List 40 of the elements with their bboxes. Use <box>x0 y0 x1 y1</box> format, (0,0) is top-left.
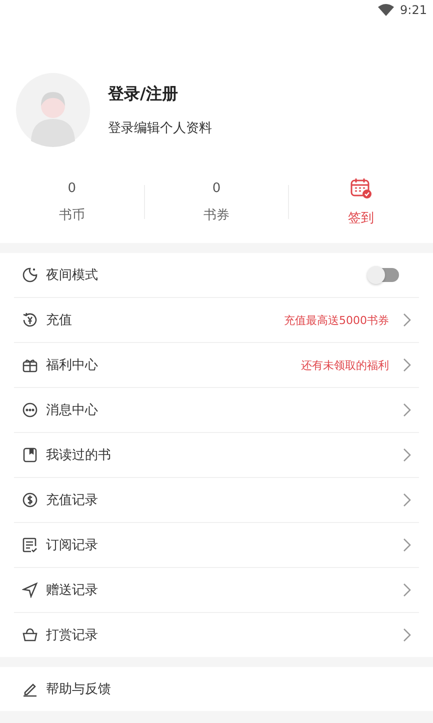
stat-value: 0 <box>68 180 76 196</box>
list-icon <box>22 537 38 553</box>
menu-item-label[interactable]: 夜间模式 <box>46 266 369 284</box>
menu-item-label[interactable]: 充值 <box>46 311 284 329</box>
gift-icon <box>22 357 38 373</box>
checkin-label[interactable]: 签到 <box>348 209 374 227</box>
menu-item-label[interactable]: 我读过的书 <box>46 446 403 464</box>
promo-note: 还有未领取的福利 <box>301 358 389 372</box>
pen-icon <box>22 681 38 697</box>
stat-value: 0 <box>212 180 221 196</box>
chevron-icon <box>403 358 411 372</box>
stat-label[interactable]: 书币 <box>58 206 85 224</box>
menu-item-label[interactable]: 订阅记录 <box>46 536 403 554</box>
promo-note: 充值最高送5000书券 <box>284 312 389 328</box>
login-link[interactable]: 登录/注册 <box>108 84 212 104</box>
menu-item-label[interactable]: 赠送记录 <box>46 581 403 599</box>
basket-icon <box>22 627 38 643</box>
chevron-icon <box>403 538 411 552</box>
send-icon <box>22 582 38 598</box>
profile-subtitle: 登录编辑个人资料 <box>108 120 212 136</box>
night-mode-toggle[interactable] <box>369 268 399 282</box>
yen-icon <box>22 312 38 328</box>
menu-item-label[interactable]: 充值记录 <box>46 491 403 509</box>
book-icon <box>22 447 38 463</box>
chevron-icon <box>403 448 411 462</box>
calendar-icon[interactable] <box>350 177 372 199</box>
chevron-icon <box>403 583 411 597</box>
wifi-icon <box>378 4 394 16</box>
status-time: 9:21 <box>400 3 427 17</box>
chevron-icon <box>403 628 411 642</box>
menu-item-label[interactable]: 消息中心 <box>46 401 403 419</box>
chat-icon <box>22 402 38 418</box>
chevron-icon <box>403 493 411 507</box>
chevron-icon <box>403 313 411 327</box>
moon-icon <box>22 267 38 283</box>
menu-item-label[interactable]: 打赏记录 <box>46 626 403 644</box>
stat-label[interactable]: 书券 <box>204 206 230 224</box>
dollar-icon <box>22 492 38 508</box>
chevron-icon <box>403 403 411 417</box>
menu-item-label[interactable]: 福利中心 <box>46 356 301 374</box>
